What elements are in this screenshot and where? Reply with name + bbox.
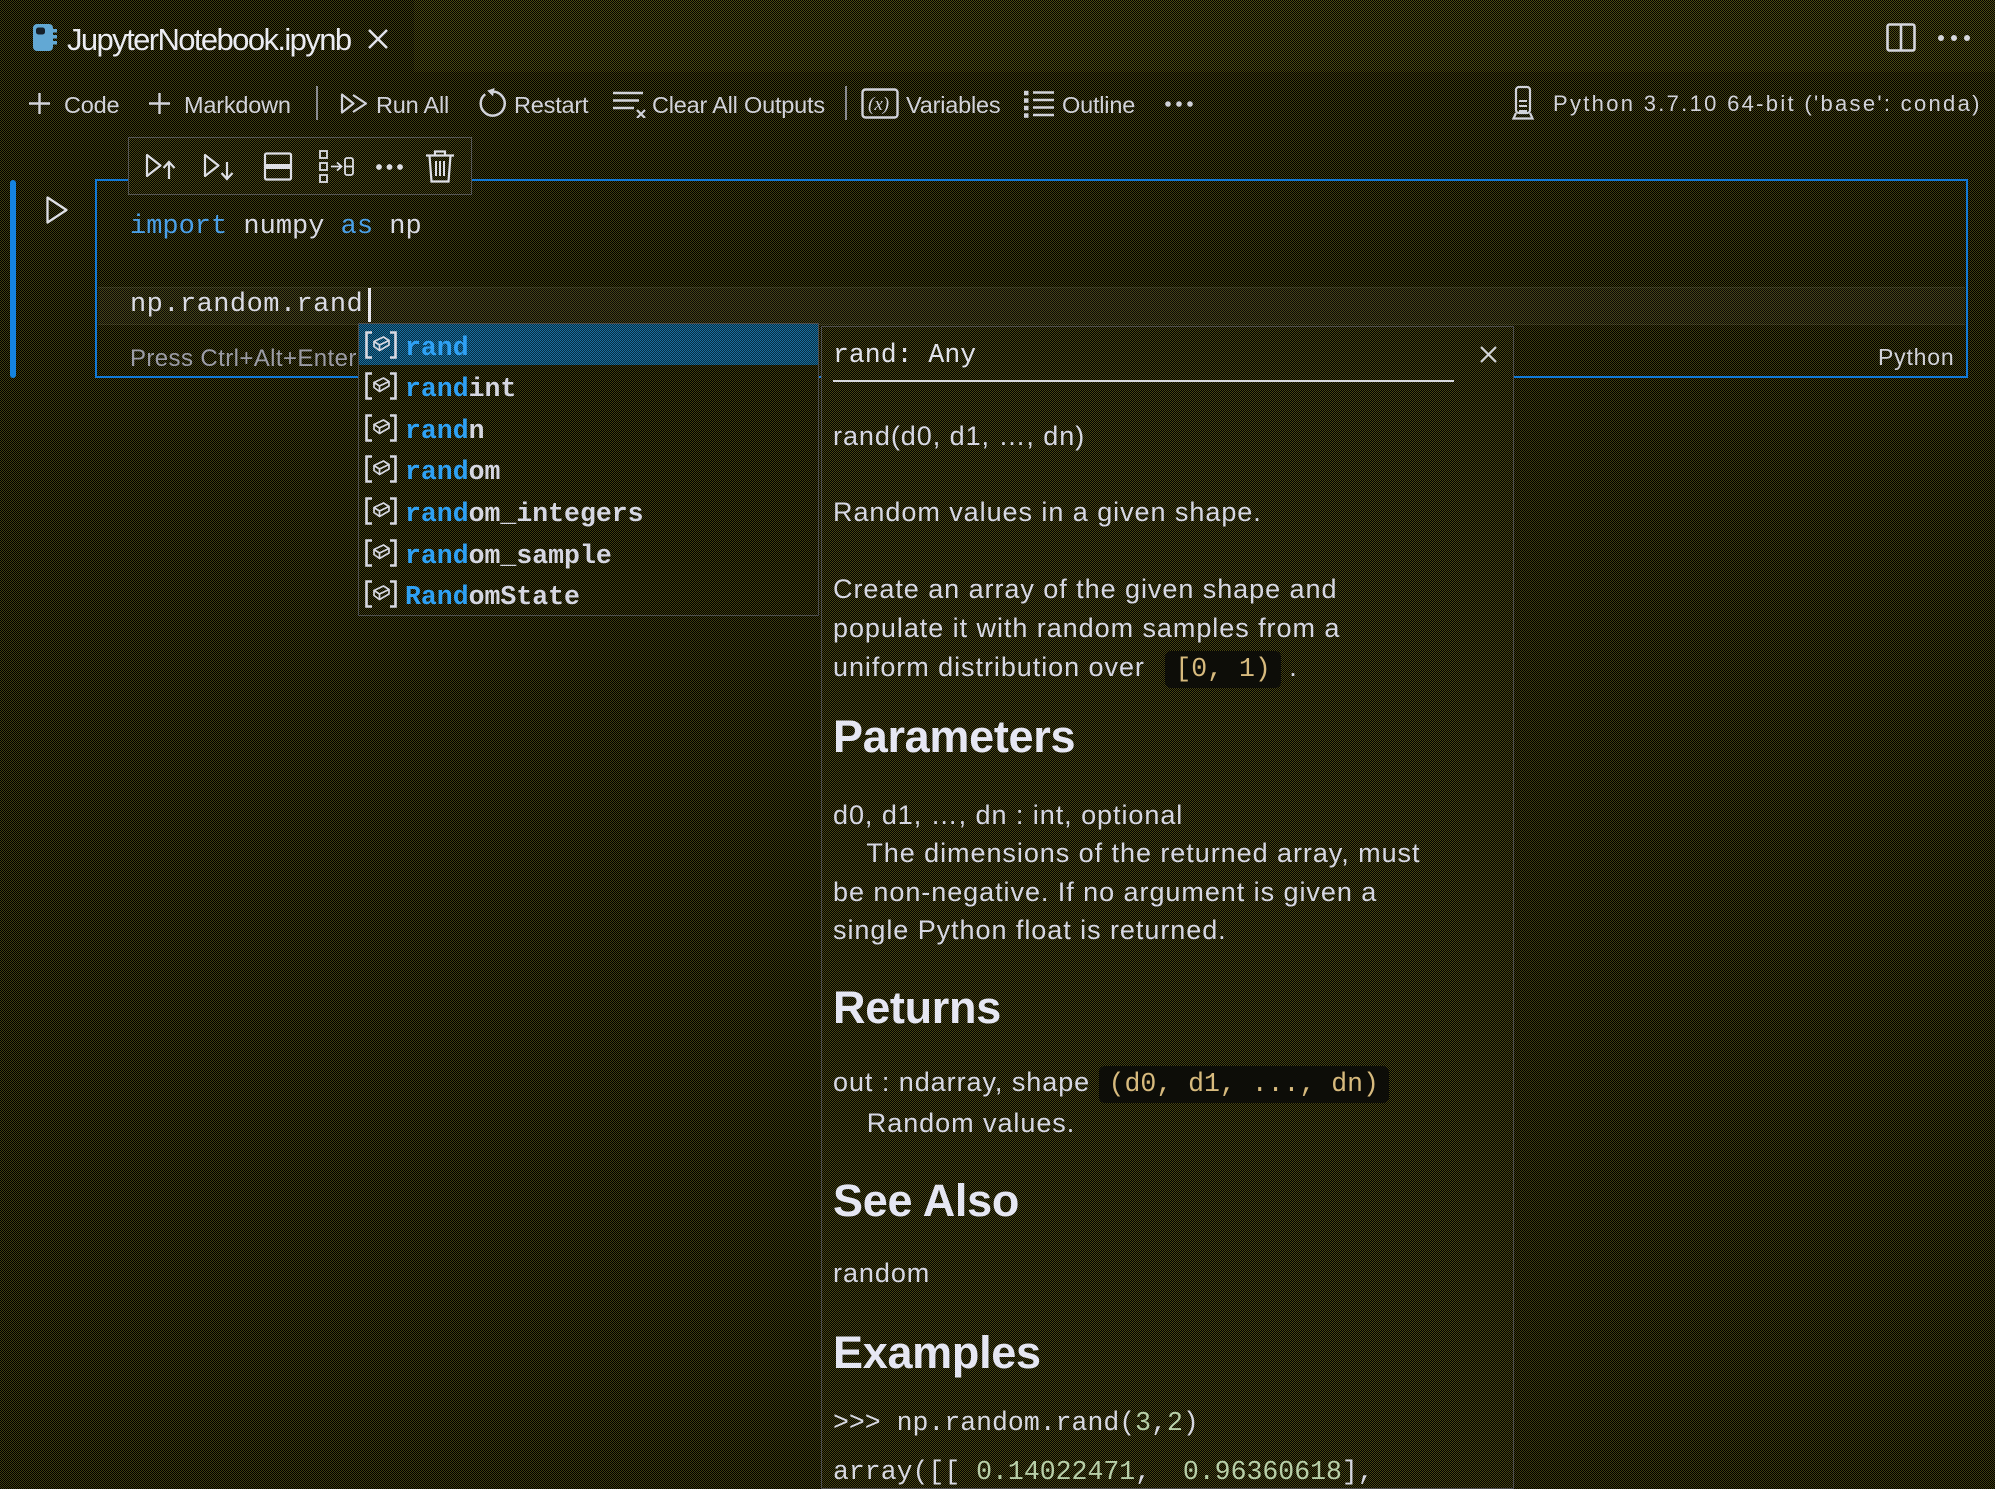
svg-text:(x): (x) <box>868 94 889 115</box>
